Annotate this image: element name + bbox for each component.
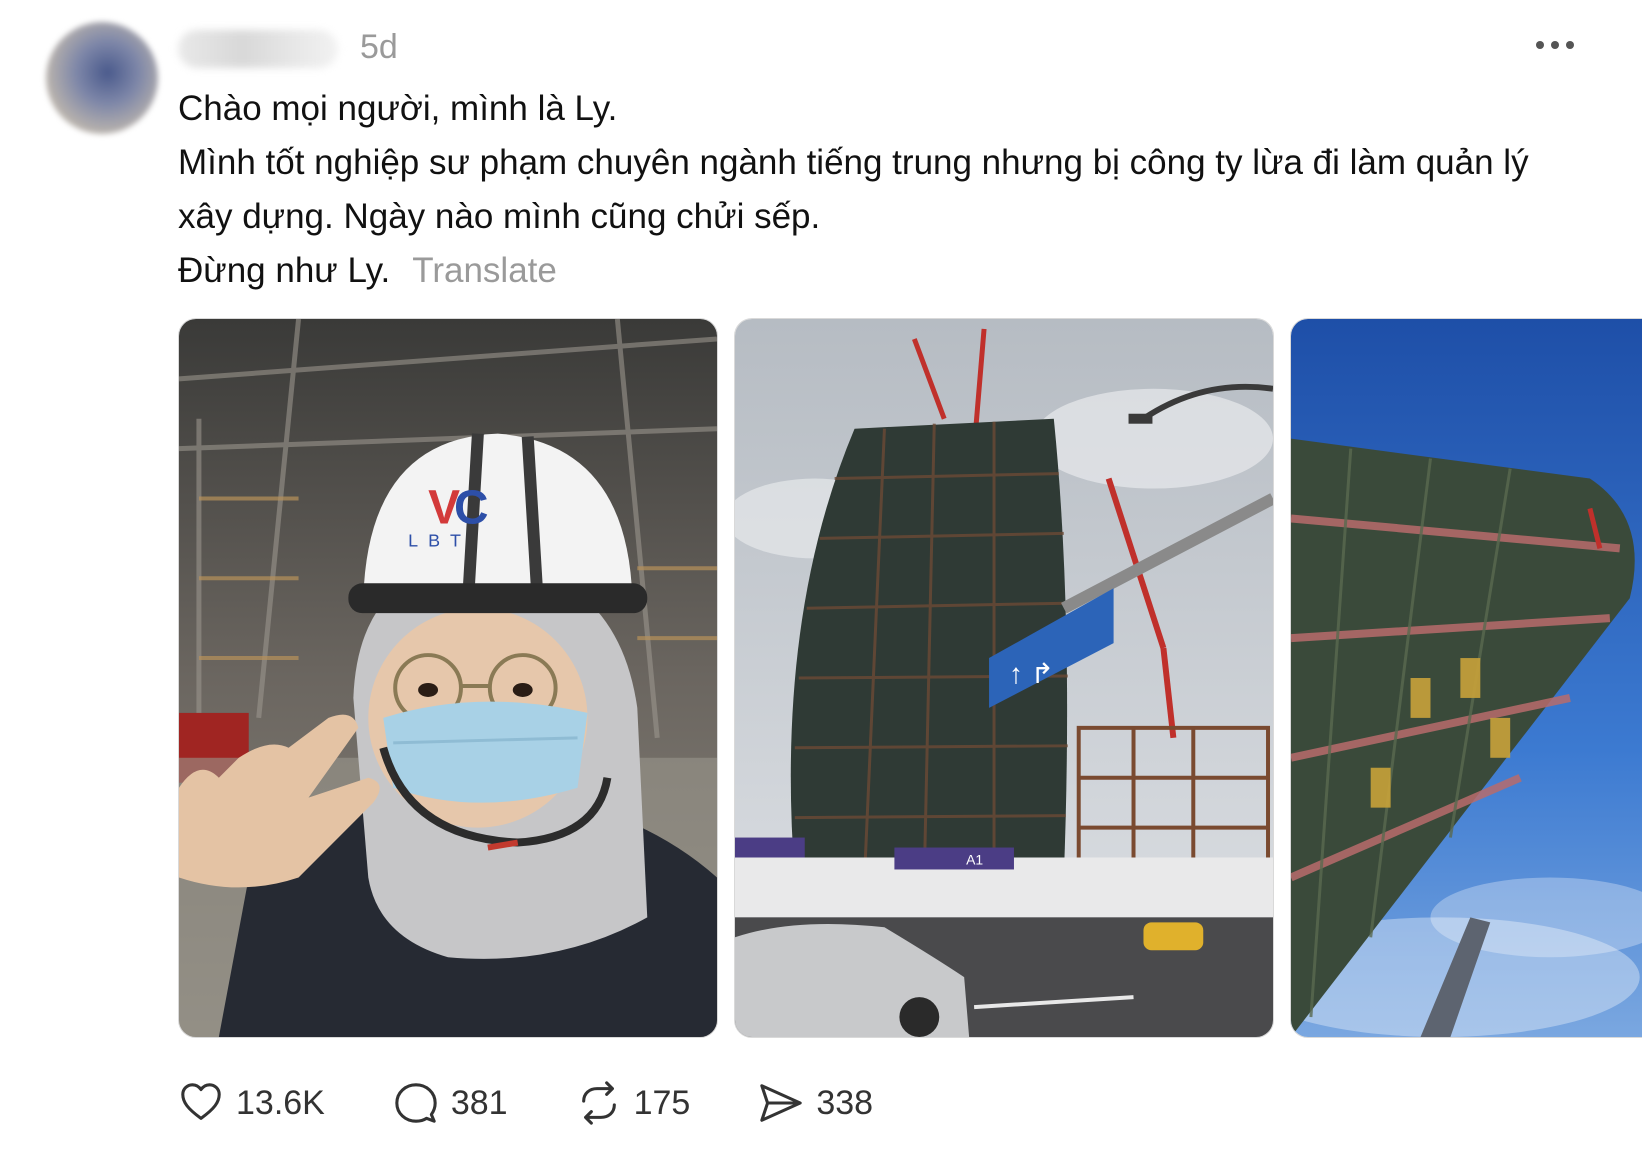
- station-sign-text: A1: [966, 851, 983, 867]
- more-horizontal-icon-dot: [1566, 41, 1574, 49]
- action-bar: 13.6K 381 175 338: [178, 1080, 941, 1126]
- post-line-1: Chào mọi người, mình là Ly.: [178, 89, 618, 128]
- more-horizontal-icon-dot: [1551, 41, 1559, 49]
- post-body: Chào mọi người, mình là Ly. Mình tốt ngh…: [178, 82, 1578, 298]
- tower-image: ↑ ↱ A1: [735, 319, 1273, 1037]
- photo-tower-construction[interactable]: ↑ ↱ A1: [734, 318, 1274, 1038]
- selfie-image: V C LBT: [179, 319, 717, 1037]
- post-timestamp: 5d: [360, 28, 398, 66]
- avatar[interactable]: [46, 22, 158, 134]
- reply-button[interactable]: 381: [393, 1080, 508, 1126]
- svg-text:C: C: [454, 481, 489, 534]
- more-options-button[interactable]: [1525, 30, 1585, 60]
- photo-gallery[interactable]: V C LBT ↑ ↱ A1: [178, 318, 1642, 1040]
- post-line-2: Mình tốt nghiệp sư phạm chuyên ngành tiế…: [178, 143, 1529, 236]
- translate-link[interactable]: Translate: [412, 251, 557, 290]
- like-button[interactable]: 13.6K: [178, 1080, 325, 1126]
- post-line-3-text: Đừng như Ly.: [178, 251, 391, 290]
- photo-selfie-helmet[interactable]: V C LBT: [178, 318, 718, 1038]
- share-count: 338: [816, 1083, 874, 1122]
- more-horizontal-icon: [1536, 41, 1544, 49]
- username-redacted[interactable]: [178, 30, 338, 68]
- photo-tower-upward[interactable]: [1290, 318, 1642, 1038]
- like-count: 13.6K: [236, 1083, 325, 1122]
- send-paper-plane-icon: [760, 1084, 803, 1122]
- reply-count: 381: [450, 1083, 508, 1122]
- upward-tower-image: [1291, 319, 1642, 1037]
- helmet-logo-text: LBT: [408, 530, 471, 550]
- repost-count: 175: [633, 1083, 691, 1122]
- repost-button[interactable]: 175: [576, 1080, 691, 1126]
- post-line-3: Đừng như Ly. Translate: [178, 244, 1578, 298]
- svg-text:↑ ↱: ↑ ↱: [1009, 658, 1054, 689]
- comment-bubble-icon: [395, 1083, 437, 1123]
- heart-icon: [181, 1083, 221, 1120]
- share-button[interactable]: 338: [758, 1080, 873, 1126]
- repost-arrows-icon: [581, 1081, 616, 1125]
